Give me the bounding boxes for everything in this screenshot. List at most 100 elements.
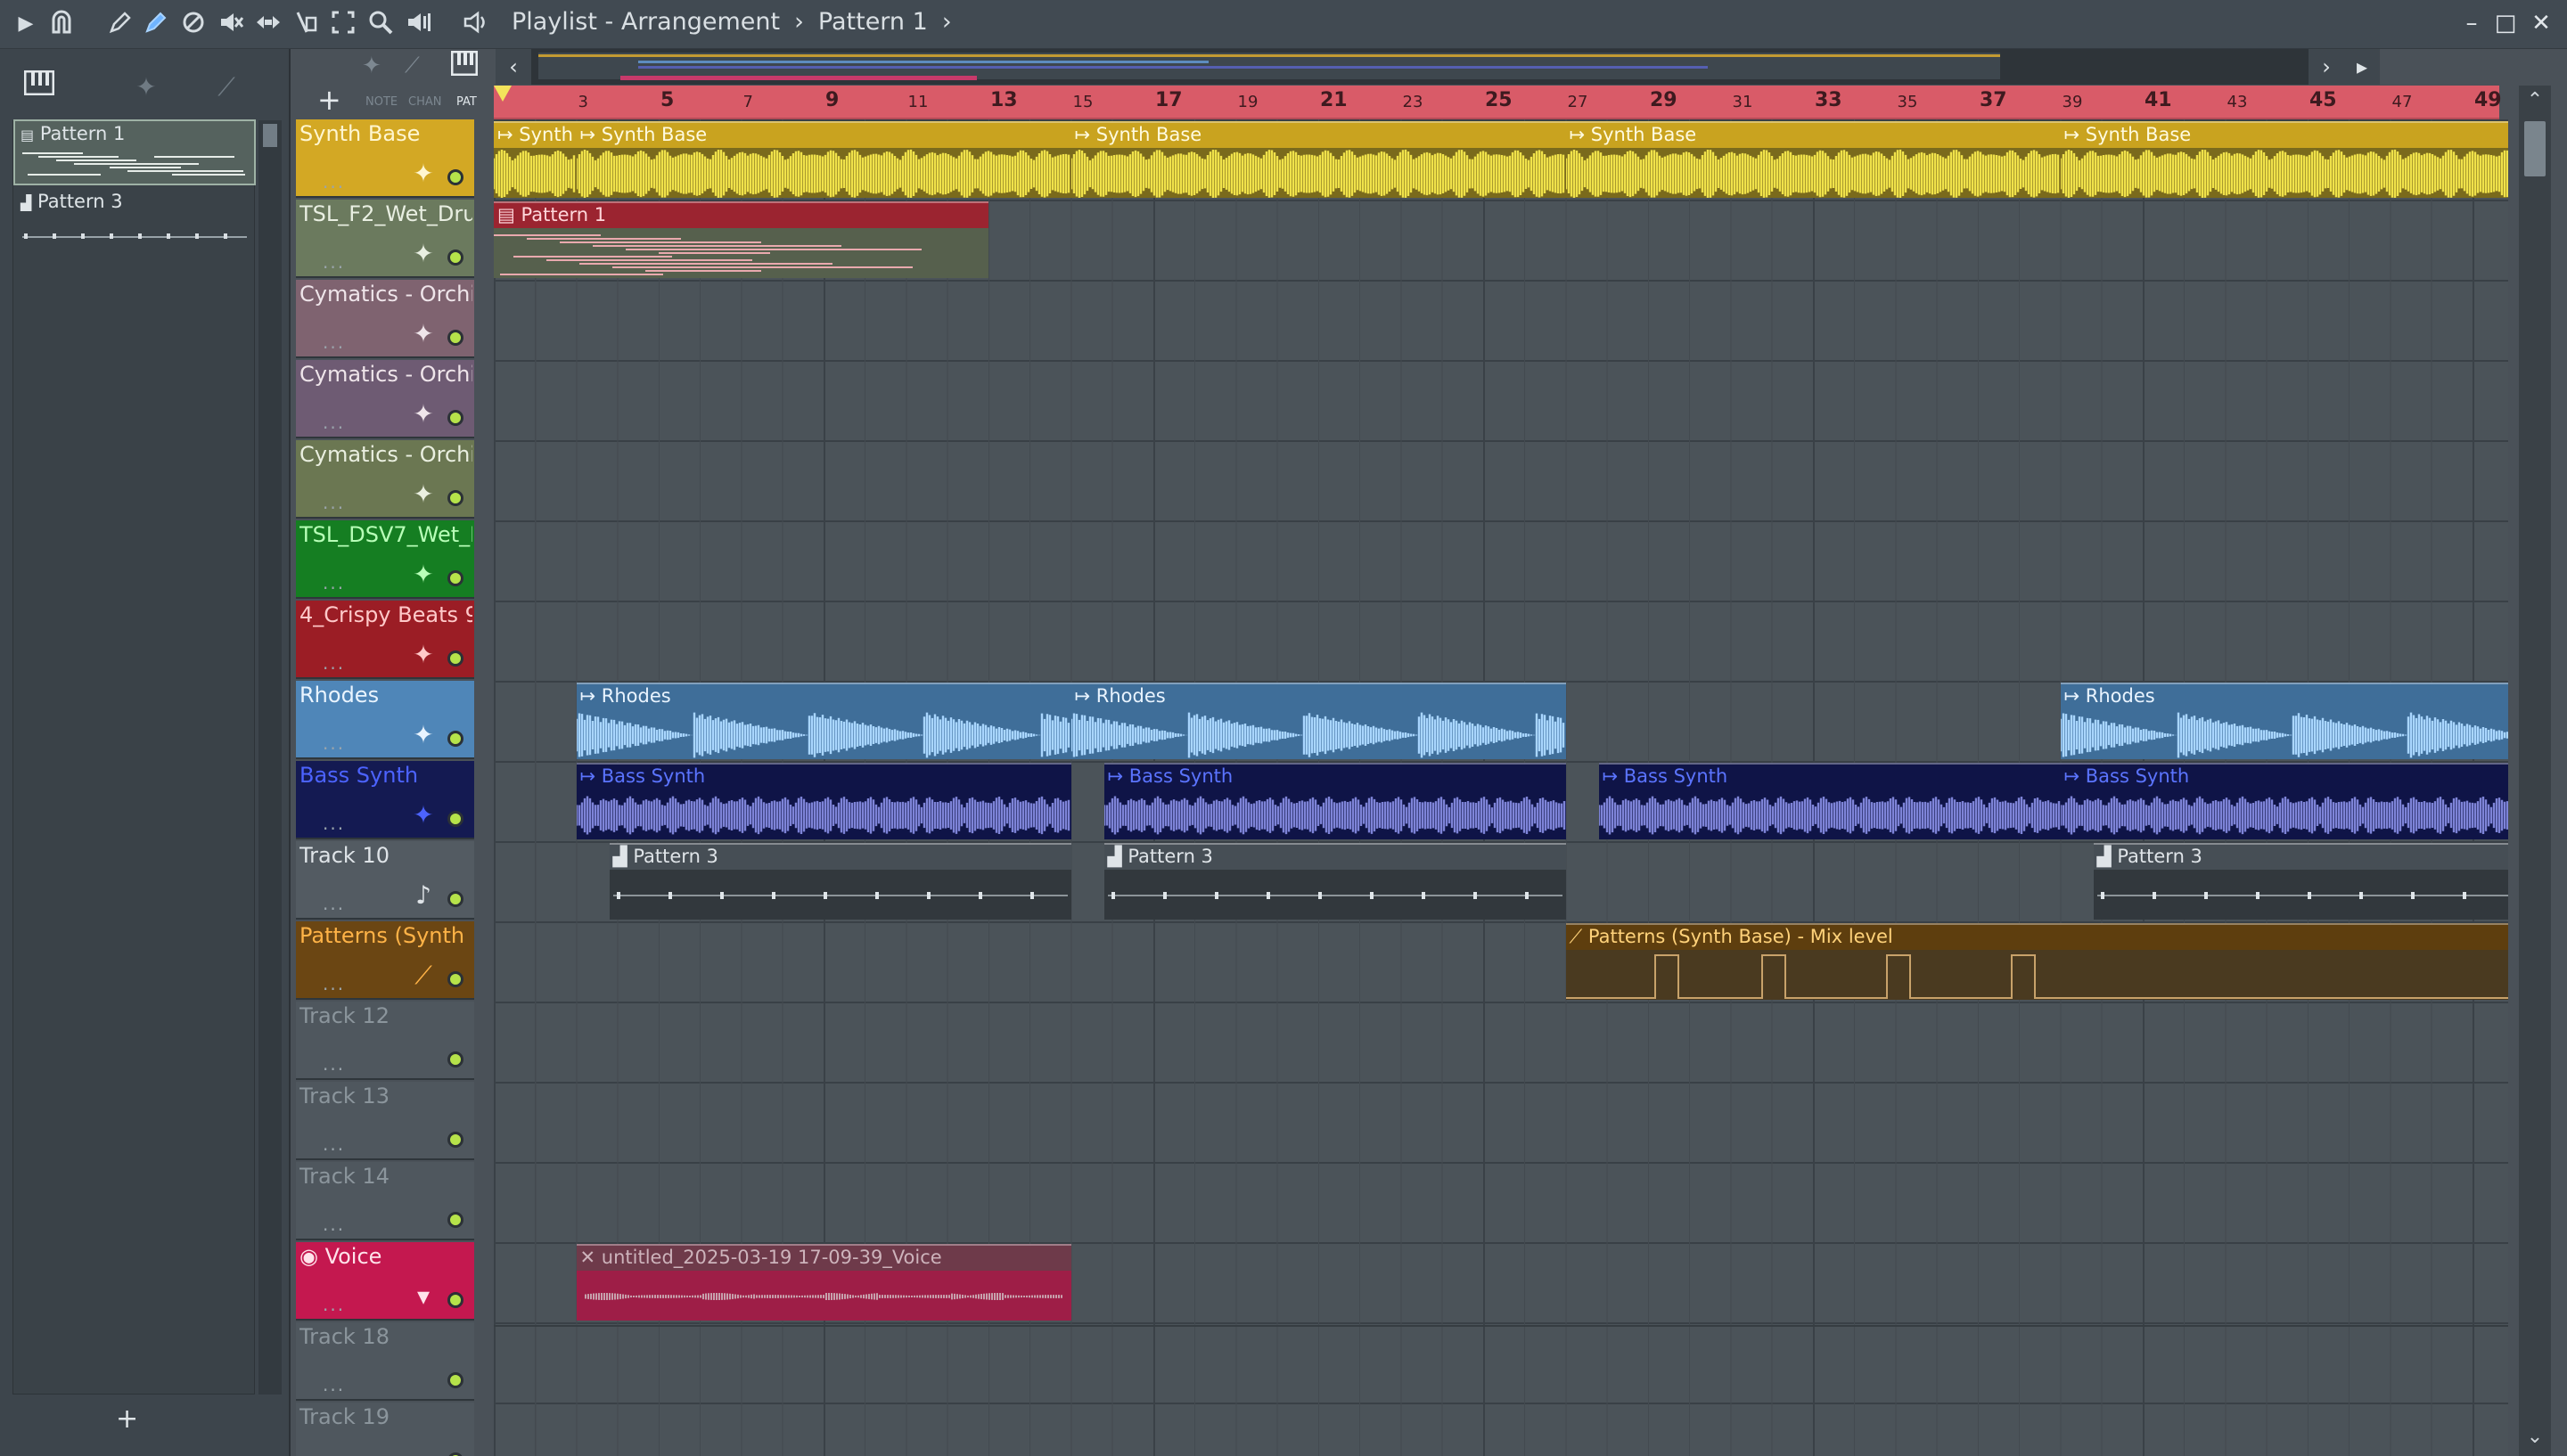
track-options-icon[interactable]: ...: [323, 1214, 345, 1235]
playlist-clip[interactable]: ↦ Synth Base: [576, 121, 1071, 198]
track-options-icon[interactable]: ...: [323, 1374, 345, 1395]
mute-icon[interactable]: [216, 9, 246, 39]
track-header[interactable]: Cymatics - Orchid..... ✦: [296, 280, 474, 358]
track-options-icon[interactable]: ...: [323, 893, 345, 914]
playlist-clip[interactable]: ✕ untitled_2025-03-19 17-09-39_Voice: [576, 1244, 1071, 1321]
track-options-icon[interactable]: ...: [323, 572, 345, 593]
magnet-snap-icon[interactable]: [46, 9, 77, 39]
close-button[interactable]: ✕: [2526, 7, 2556, 39]
pencil-icon[interactable]: [105, 9, 135, 39]
track-options-icon[interactable]: ...: [323, 973, 345, 994]
track-enable-toggle[interactable]: [447, 490, 463, 506]
track-enable-toggle[interactable]: [447, 249, 463, 266]
track-name[interactable]: Cymatics - Orchid..: [299, 442, 472, 467]
track-name[interactable]: Track 18: [299, 1324, 472, 1349]
track-name[interactable]: Cymatics - Orchid..: [299, 362, 472, 387]
track-options-icon[interactable]: ...: [323, 813, 345, 834]
track-enable-toggle[interactable]: [447, 811, 463, 827]
track-name[interactable]: TSL_DSV7_Wet_Dr..: [299, 522, 472, 547]
track-name[interactable]: Patterns (Synth B..: [299, 923, 472, 948]
playlist-clip[interactable]: ▤ Pattern 1: [494, 201, 988, 278]
track-name[interactable]: Cymatics - Orchid..: [299, 282, 472, 307]
track-options-icon[interactable]: ...: [323, 1294, 345, 1315]
overview-scroll-right-button[interactable]: ›: [2309, 49, 2344, 85]
playlist-clip[interactable]: ▟ Pattern 3: [609, 843, 1071, 920]
track-enable-toggle[interactable]: [447, 1212, 463, 1228]
piano-roll-icon[interactable]: [450, 50, 479, 79]
minimize-button[interactable]: –: [2456, 7, 2487, 39]
delete-icon[interactable]: [178, 9, 209, 39]
playlist-clip[interactable]: ↦ Synth Base: [1070, 121, 1566, 198]
track-name[interactable]: Synth Base: [299, 121, 472, 146]
playlist-clip[interactable]: ↦ Rhodes: [576, 683, 1071, 759]
track-name[interactable]: Track 13: [299, 1084, 472, 1108]
playlist-clip[interactable]: ⟋ Patterns (Synth Base) - Mix level: [1565, 923, 2508, 1000]
timeline-ruler[interactable]: 5 9 13 17 21 25 29 33 37 41 45 49 3 7 11 15 19 23 27 31 35 39…: [494, 86, 2502, 119]
speaker-icon[interactable]: [460, 9, 490, 39]
vertical-scroll-thumb[interactable]: [2524, 121, 2546, 176]
track-options-icon[interactable]: ...: [323, 251, 345, 273]
track-header[interactable]: Bass Synth... ✦: [296, 761, 474, 839]
playlist-clip[interactable]: ▟ Pattern 3: [2093, 843, 2508, 920]
track-options-icon[interactable]: ...: [323, 492, 345, 513]
track-enable-toggle[interactable]: [447, 1051, 463, 1067]
picker-item-pattern-3[interactable]: ▟ Pattern 3: [15, 189, 254, 251]
track-header[interactable]: TSL_DSV7_Wet_Dr..... ✦: [296, 520, 474, 599]
track-options-icon[interactable]: ...: [323, 171, 345, 192]
track-enable-toggle[interactable]: [447, 650, 463, 667]
track-name[interactable]: Track 19: [299, 1404, 472, 1429]
track-header[interactable]: Track 10... ♪: [296, 841, 474, 920]
playlist-clip[interactable]: ↦ Rhodes: [2060, 683, 2508, 759]
track-enable-toggle[interactable]: [447, 410, 463, 426]
track-header[interactable]: Track 19...: [296, 1403, 474, 1456]
track-header[interactable]: Patterns (Synth B..... ⟋: [296, 921, 474, 1000]
picker-scroll-thumb[interactable]: [263, 124, 277, 147]
track-header[interactable]: TSL_F2_Wet_Dru..... ✦: [296, 200, 474, 278]
playlist-clip[interactable]: ↦ Synth Base: [494, 121, 577, 198]
playlist-clip[interactable]: ↦ Synth Base: [1565, 121, 2061, 198]
track-name[interactable]: Track 14: [299, 1164, 472, 1189]
scroll-down-icon[interactable]: ⌄: [2519, 1422, 2551, 1452]
vertical-scrollbar[interactable]: ⌃ ⌄: [2519, 86, 2551, 1456]
note-snap-icon[interactable]: ✦: [362, 53, 381, 79]
track-enable-toggle[interactable]: [447, 1452, 463, 1456]
track-name[interactable]: Track 12: [299, 1003, 472, 1028]
track-header[interactable]: Track 14...: [296, 1162, 474, 1240]
audio-picker-icon[interactable]: ✦: [119, 65, 173, 110]
breadcrumb-chevron-icon[interactable]: ›: [942, 8, 952, 36]
track-header[interactable]: 4_Crispy Beats 90..... ✦: [296, 601, 474, 679]
piano-picker-icon[interactable]: [12, 65, 66, 110]
breadcrumb-pattern[interactable]: Pattern 1: [818, 8, 928, 36]
automation-picker-icon[interactable]: ⟋: [200, 65, 253, 110]
playlist-clip[interactable]: ▟ Pattern 3: [1103, 843, 1566, 920]
track-enable-toggle[interactable]: [447, 1132, 463, 1148]
track-enable-toggle[interactable]: [447, 570, 463, 586]
track-header[interactable]: Track 12...: [296, 1002, 474, 1080]
overview-menu-button[interactable]: ▸: [2344, 49, 2380, 85]
track-enable-toggle[interactable]: [447, 971, 463, 987]
track-options-icon[interactable]: ...: [323, 1053, 345, 1075]
zoom-icon[interactable]: [365, 9, 396, 39]
track-header[interactable]: Synth Base... ✦: [296, 119, 474, 198]
track-options-icon[interactable]: ...: [323, 732, 345, 754]
picker-item-pattern-1[interactable]: ▤ Pattern 1: [13, 119, 256, 185]
track-header[interactable]: Cymatics - Orchid..... ✦: [296, 360, 474, 438]
track-enable-toggle[interactable]: [447, 731, 463, 747]
track-name[interactable]: TSL_F2_Wet_Dru..: [299, 201, 472, 226]
track-enable-toggle[interactable]: [447, 330, 463, 346]
playlist-grid[interactable]: ↦ Synth Base↦ Synth Base↦ Synth Base↦ Sy…: [494, 119, 2508, 1456]
playlist-clip[interactable]: ↦ Rhodes: [1070, 683, 1566, 759]
playlist-clip[interactable]: ↦ Bass Synth: [1103, 763, 1566, 839]
playback-icon[interactable]: [403, 9, 433, 39]
playlist-clip[interactable]: ↦ Bass Synth: [576, 763, 1071, 839]
playlist-clip[interactable]: ↦ Synth Base: [2060, 121, 2508, 198]
chan-icon[interactable]: ⟋: [405, 53, 420, 78]
track-enable-toggle[interactable]: [447, 891, 463, 907]
arrangement-overview[interactable]: [531, 49, 2309, 85]
paint-brush-icon[interactable]: [141, 9, 171, 39]
track-name[interactable]: Rhodes: [299, 683, 472, 708]
picker-add-button[interactable]: +: [116, 1403, 138, 1435]
playlist-clip[interactable]: ↦ Bass Synth: [2060, 763, 2508, 839]
track-options-icon[interactable]: ...: [323, 331, 345, 353]
track-name[interactable]: 4_Crispy Beats 90..: [299, 602, 472, 627]
